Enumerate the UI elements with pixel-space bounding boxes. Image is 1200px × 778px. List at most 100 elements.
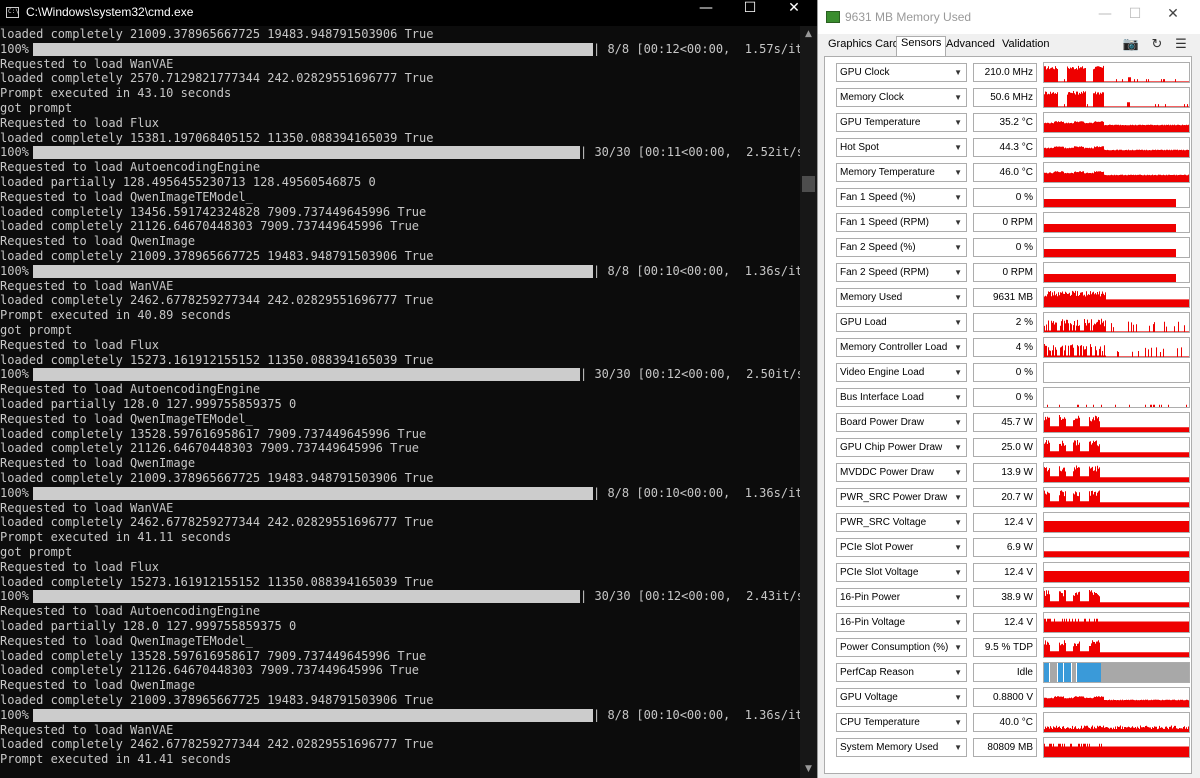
gpuz-maximize-button[interactable]: ☐ [1120, 6, 1150, 28]
chevron-down-icon[interactable]: ▼ [954, 639, 962, 656]
chevron-down-icon[interactable]: ▼ [954, 664, 962, 681]
sensor-name-dropdown[interactable]: 16-Pin Power ▼ [836, 588, 967, 607]
sensor-graph-area [1044, 618, 1189, 632]
sensor-name-dropdown[interactable]: Video Engine Load ▼ [836, 363, 967, 382]
sensor-name-dropdown[interactable]: GPU Temperature ▼ [836, 113, 967, 132]
chevron-down-icon[interactable]: ▼ [954, 189, 962, 206]
sensor-name-dropdown[interactable]: GPU Voltage ▼ [836, 688, 967, 707]
console-line: Requested to load WanVAE [0, 500, 174, 515]
sensor-name-dropdown[interactable]: Memory Temperature ▼ [836, 163, 967, 182]
console-line: got prompt [0, 101, 73, 115]
chevron-down-icon[interactable]: ▼ [954, 489, 962, 506]
sensor-graph-area [1044, 121, 1189, 132]
chevron-down-icon[interactable]: ▼ [954, 239, 962, 256]
chevron-down-icon[interactable]: ▼ [954, 414, 962, 431]
sensor-name-dropdown[interactable]: GPU Chip Power Draw ▼ [836, 438, 967, 457]
sensor-name-dropdown[interactable]: GPU Clock ▼ [836, 63, 967, 82]
chevron-down-icon[interactable]: ▼ [954, 64, 962, 81]
chevron-down-icon[interactable]: ▼ [954, 389, 962, 406]
sensor-name-dropdown[interactable]: PCIe Slot Voltage ▼ [836, 563, 967, 582]
sensor-row: Memory Temperature ▼ 46.0 °C [831, 161, 1190, 184]
sensor-name-dropdown[interactable]: PWR_SRC Voltage ▼ [836, 513, 967, 532]
minimize-button[interactable]: — [683, 0, 729, 26]
refresh-icon[interactable]: ↻ [1148, 36, 1166, 54]
progress-bar [33, 708, 593, 722]
sensor-name-label: Memory Temperature [840, 167, 935, 178]
sensor-graph [1043, 262, 1190, 283]
tab-graphics-card[interactable]: Graphics Card [824, 38, 903, 55]
chevron-down-icon[interactable]: ▼ [954, 264, 962, 281]
sensor-name-dropdown[interactable]: Fan 2 Speed (RPM) ▼ [836, 263, 967, 282]
chevron-down-icon[interactable]: ▼ [954, 614, 962, 631]
sensor-name-dropdown[interactable]: Power Consumption (%) ▼ [836, 638, 967, 657]
chevron-down-icon[interactable]: ▼ [954, 514, 962, 531]
chevron-down-icon[interactable]: ▼ [954, 464, 962, 481]
chevron-down-icon[interactable]: ▼ [954, 289, 962, 306]
scroll-down-arrow-icon[interactable]: ▼ [800, 761, 817, 778]
sensor-name-dropdown[interactable]: MVDDC Power Draw ▼ [836, 463, 967, 482]
sensor-name-dropdown[interactable]: Board Power Draw ▼ [836, 413, 967, 432]
sensor-name-dropdown[interactable]: Bus Interface Load ▼ [836, 388, 967, 407]
sensor-name-dropdown[interactable]: GPU Load ▼ [836, 313, 967, 332]
gpuz-close-button[interactable]: ✕ [1158, 6, 1188, 28]
sensor-name-label: Video Engine Load [840, 367, 925, 378]
vertical-scrollbar[interactable]: ▲ ▼ [800, 26, 817, 778]
sensor-row: CPU Temperature ▼ 40.0 °C [831, 711, 1190, 734]
maximize-button[interactable]: ☐ [727, 0, 773, 26]
chevron-down-icon[interactable]: ▼ [954, 139, 962, 156]
tab-sensors[interactable]: Sensors [896, 36, 947, 56]
sensor-name-dropdown[interactable]: System Memory Used ▼ [836, 738, 967, 757]
chevron-down-icon[interactable]: ▼ [954, 589, 962, 606]
chevron-down-icon[interactable]: ▼ [954, 689, 962, 706]
sensor-name-dropdown[interactable]: Memory Used ▼ [836, 288, 967, 307]
chevron-down-icon[interactable]: ▼ [954, 339, 962, 356]
sensor-name-dropdown[interactable]: Fan 1 Speed (RPM) ▼ [836, 213, 967, 232]
chevron-down-icon[interactable]: ▼ [954, 364, 962, 381]
sensor-graph [1043, 512, 1190, 533]
sensor-name-dropdown[interactable]: Fan 2 Speed (%) ▼ [836, 238, 967, 257]
sensor-graph-area [1044, 199, 1189, 207]
perfcap-segment [1064, 663, 1072, 682]
sensor-name-dropdown[interactable]: CPU Temperature ▼ [836, 713, 967, 732]
sensor-graph [1043, 237, 1190, 258]
chevron-down-icon[interactable]: ▼ [954, 539, 962, 556]
menu-icon[interactable]: ☰ [1172, 36, 1190, 54]
console-line: loaded completely 13528.597616958617 790… [0, 426, 427, 441]
sensor-graph-plot [1044, 91, 1189, 107]
chevron-down-icon[interactable]: ▼ [954, 439, 962, 456]
sensor-name-dropdown[interactable]: Memory Controller Load ▼ [836, 338, 967, 357]
console-output[interactable]: loaded completely 21009.378965667725 194… [0, 26, 800, 778]
console-line: Requested to load Flux [0, 559, 159, 574]
sensor-name-dropdown[interactable]: Fan 1 Speed (%) ▼ [836, 188, 967, 207]
scrollbar-thumb[interactable] [802, 176, 815, 192]
chevron-down-icon[interactable]: ▼ [954, 164, 962, 181]
chevron-down-icon[interactable]: ▼ [954, 739, 962, 756]
scroll-up-arrow-icon[interactable]: ▲ [800, 26, 817, 43]
sensor-graph [1043, 487, 1190, 508]
console-line: Requested to load QwenImage [0, 234, 196, 249]
sensor-name-dropdown[interactable]: Hot Spot ▼ [836, 138, 967, 157]
chevron-down-icon[interactable]: ▼ [954, 314, 962, 331]
close-button[interactable]: ✕ [771, 0, 817, 26]
gpuz-titlebar[interactable]: 9631 MB Memory Used — ☐ ✕ [818, 0, 1200, 34]
tab-validation[interactable]: Validation [998, 38, 1054, 55]
sensor-name-dropdown[interactable]: PerfCap Reason ▼ [836, 663, 967, 682]
chevron-down-icon[interactable]: ▼ [954, 89, 962, 106]
camera-icon[interactable]: 📷 [1122, 36, 1140, 54]
sensor-name-dropdown[interactable]: PCIe Slot Power ▼ [836, 538, 967, 557]
sensor-name-label: Board Power Draw [840, 417, 924, 428]
sensor-name-dropdown[interactable]: PWR_SRC Power Draw ▼ [836, 488, 967, 507]
chevron-down-icon[interactable]: ▼ [954, 714, 962, 731]
chevron-down-icon[interactable]: ▼ [954, 114, 962, 131]
sensor-graph-area [1044, 146, 1189, 157]
sensor-name-dropdown[interactable]: 16-Pin Voltage ▼ [836, 613, 967, 632]
gpuz-minimize-button[interactable]: — [1090, 6, 1120, 28]
cmd-titlebar[interactable]: C:\ C:\Windows\system32\cmd.exe — ☐ ✕ [0, 0, 817, 26]
sensor-graph-plot [1044, 199, 1189, 207]
chevron-down-icon[interactable]: ▼ [954, 564, 962, 581]
sensor-name-dropdown[interactable]: Memory Clock ▼ [836, 88, 967, 107]
chevron-down-icon[interactable]: ▼ [954, 214, 962, 231]
sensor-graph-plot [1044, 551, 1189, 557]
console-line: loaded completely 15273.161912155152 113… [0, 352, 434, 367]
tab-advanced[interactable]: Advanced [942, 38, 999, 55]
